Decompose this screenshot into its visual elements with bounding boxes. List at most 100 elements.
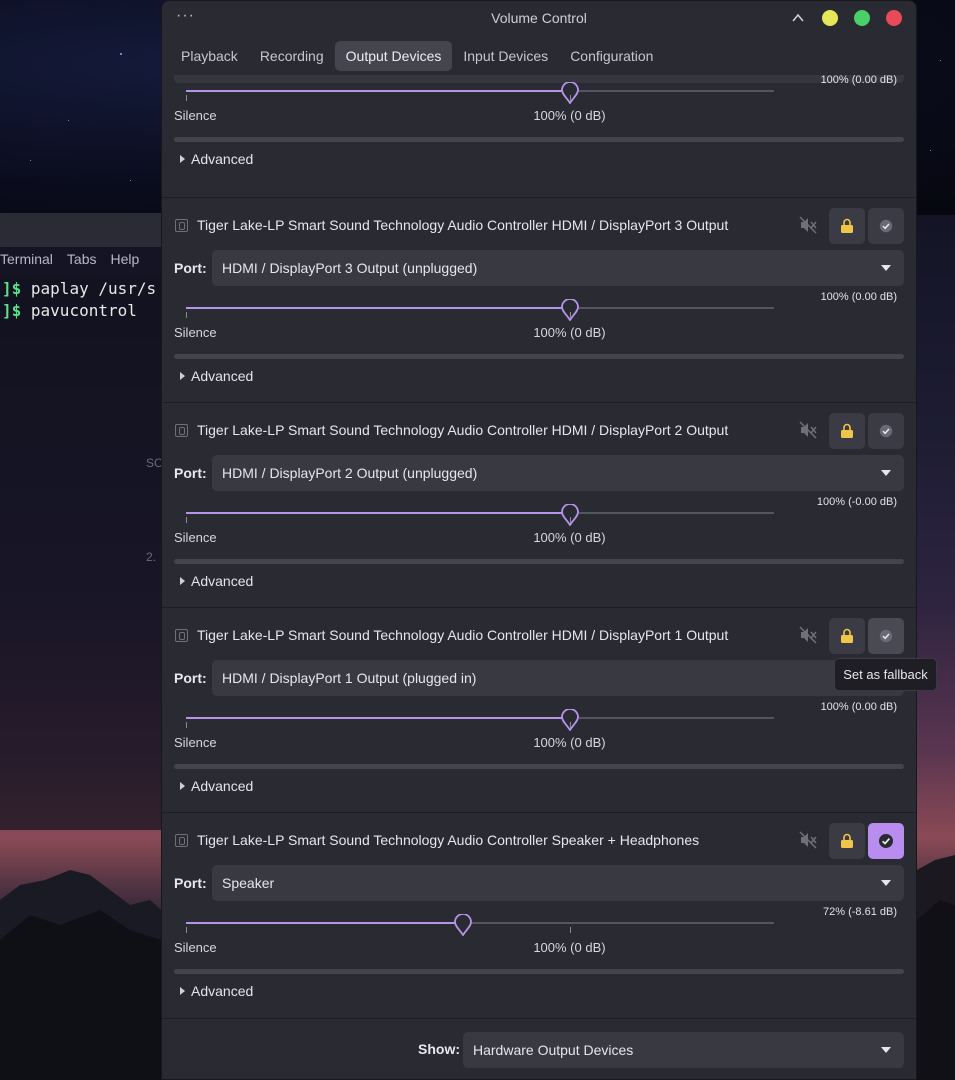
slider-label-100: 100% (0 dB) xyxy=(533,530,606,545)
slider-tick-silence xyxy=(186,95,187,101)
sound-card-icon xyxy=(175,424,188,437)
show-label: Show: xyxy=(418,1041,460,1057)
titlebar[interactable]: ··· Volume Control xyxy=(162,1,916,35)
advanced-expander[interactable]: Advanced xyxy=(180,151,253,167)
terminal-menu-terminal[interactable]: Terminal xyxy=(0,251,53,271)
lock-icon xyxy=(841,833,853,848)
port-select[interactable]: Speaker xyxy=(212,865,904,901)
slider-label-silence: Silence xyxy=(174,735,217,750)
check-circle-icon xyxy=(879,629,893,643)
mute-icon[interactable] xyxy=(798,625,818,645)
lock-channels-button[interactable] xyxy=(829,823,865,859)
volume-readout: 100% (0.00 dB) xyxy=(820,701,897,713)
dropdown-arrow-icon xyxy=(881,470,891,476)
slider-label-100: 100% (0 dB) xyxy=(533,735,606,750)
port-select[interactable]: HDMI / DisplayPort 2 Output (unplugged) xyxy=(212,455,904,491)
slider-label-silence: Silence xyxy=(174,530,217,545)
volume-slider[interactable] xyxy=(186,922,774,924)
check-circle-icon xyxy=(879,834,893,848)
window-title: Volume Control xyxy=(491,10,587,26)
check-circle-icon xyxy=(879,219,893,233)
lock-channels-button[interactable] xyxy=(829,208,865,244)
lock-channels-button[interactable] xyxy=(829,618,865,654)
set-fallback-button[interactable] xyxy=(868,823,904,859)
device-list[interactable]: 100% (0.00 dB) Silence 100% (0 dB) Advan… xyxy=(162,71,916,1018)
terminal-body[interactable] xyxy=(0,273,170,830)
terminal-window: Terminal Tabs Help ]$ paplay /usr/s ]$ p… xyxy=(0,213,170,830)
terminal-line: ]$ pavucontrol xyxy=(2,301,137,320)
slider-tick-100 xyxy=(570,517,572,523)
lock-icon xyxy=(841,423,853,438)
sound-card-icon xyxy=(175,629,188,642)
device-name: Tiger Lake-LP Smart Sound Technology Aud… xyxy=(197,422,729,438)
advanced-expander[interactable]: Advanced xyxy=(180,573,253,589)
show-select[interactable]: Hardware Output Devices xyxy=(463,1032,904,1068)
slider-label-silence: Silence xyxy=(174,325,217,340)
device-entry: 100% (0.00 dB) Silence 100% (0 dB) Advan… xyxy=(162,71,916,186)
maximize-button[interactable] xyxy=(854,10,870,26)
slider-tick-silence xyxy=(186,517,187,523)
lock-channels-button[interactable] xyxy=(829,413,865,449)
expander-arrow-icon xyxy=(180,372,185,380)
balance-bar xyxy=(174,764,904,769)
tab-bar: Playback Recording Output Devices Input … xyxy=(170,41,664,71)
expander-arrow-icon xyxy=(180,987,185,995)
sound-card-icon xyxy=(175,834,188,847)
lock-icon xyxy=(841,628,853,643)
volume-control-window: ··· Volume Control Playback Recording Ou… xyxy=(161,0,917,1080)
mute-icon[interactable] xyxy=(798,830,818,850)
slider-label-100: 100% (0 dB) xyxy=(533,325,606,340)
hamburger-dots-icon[interactable]: ··· xyxy=(176,7,195,25)
volume-slider[interactable] xyxy=(186,512,774,514)
dropdown-arrow-icon xyxy=(881,880,891,886)
volume-slider[interactable] xyxy=(186,307,774,309)
chevron-up-icon[interactable] xyxy=(791,11,805,25)
check-circle-icon xyxy=(879,424,893,438)
mute-icon[interactable] xyxy=(798,215,818,235)
lock-icon xyxy=(841,218,853,233)
port-label: Port: xyxy=(174,260,207,276)
minimize-button[interactable] xyxy=(822,10,838,26)
advanced-expander[interactable]: Advanced xyxy=(180,778,253,794)
slider-tick-silence xyxy=(186,722,187,728)
set-fallback-button[interactable] xyxy=(868,208,904,244)
slider-tick-100 xyxy=(570,95,572,101)
tab-recording[interactable]: Recording xyxy=(249,41,335,71)
tab-input-devices[interactable]: Input Devices xyxy=(452,41,559,71)
advanced-expander[interactable]: Advanced xyxy=(180,983,253,999)
slider-label-silence: Silence xyxy=(174,940,217,955)
volume-readout: 100% (0.00 dB) xyxy=(820,291,897,303)
set-fallback-button[interactable] xyxy=(868,413,904,449)
terminal-menu-tabs[interactable]: Tabs xyxy=(67,251,97,271)
device-name: Tiger Lake-LP Smart Sound Technology Aud… xyxy=(197,217,729,233)
terminal-line: ]$ paplay /usr/s xyxy=(2,279,157,298)
port-select[interactable]: HDMI / DisplayPort 1 Output (plugged in) xyxy=(212,660,904,696)
slider-tick-silence xyxy=(186,312,187,318)
slider-tick-100 xyxy=(570,722,572,728)
device-name: Tiger Lake-LP Smart Sound Technology Aud… xyxy=(197,627,729,643)
port-select[interactable]: HDMI / DisplayPort 3 Output (unplugged) xyxy=(212,250,904,286)
balance-bar xyxy=(174,969,904,974)
close-button[interactable] xyxy=(886,10,902,26)
tab-configuration[interactable]: Configuration xyxy=(559,41,664,71)
tab-output-devices[interactable]: Output Devices xyxy=(334,41,453,71)
slider-tick-100 xyxy=(570,312,572,318)
slider-label-silence: Silence xyxy=(174,108,217,123)
terminal-menubar: Terminal Tabs Help xyxy=(0,251,139,271)
sound-card-icon xyxy=(175,219,188,232)
mute-icon[interactable] xyxy=(798,420,818,440)
volume-slider[interactable] xyxy=(186,90,774,92)
advanced-expander[interactable]: Advanced xyxy=(180,368,253,384)
terminal-menu-help[interactable]: Help xyxy=(110,251,139,271)
slider-tick-100 xyxy=(570,927,572,933)
expander-arrow-icon xyxy=(180,577,185,585)
bottom-bar: Show: Hardware Output Devices xyxy=(162,1018,916,1079)
device-entry: Tiger Lake-LP Smart Sound Technology Aud… xyxy=(162,403,916,608)
device-entry: Tiger Lake-LP Smart Sound Technology Aud… xyxy=(162,608,916,813)
set-fallback-button[interactable] xyxy=(868,618,904,654)
volume-slider-handle[interactable] xyxy=(453,914,472,936)
port-label: Port: xyxy=(174,465,207,481)
tab-playback[interactable]: Playback xyxy=(170,41,249,71)
volume-readout: 100% (0.00 dB) xyxy=(820,74,897,86)
volume-slider[interactable] xyxy=(186,717,774,719)
